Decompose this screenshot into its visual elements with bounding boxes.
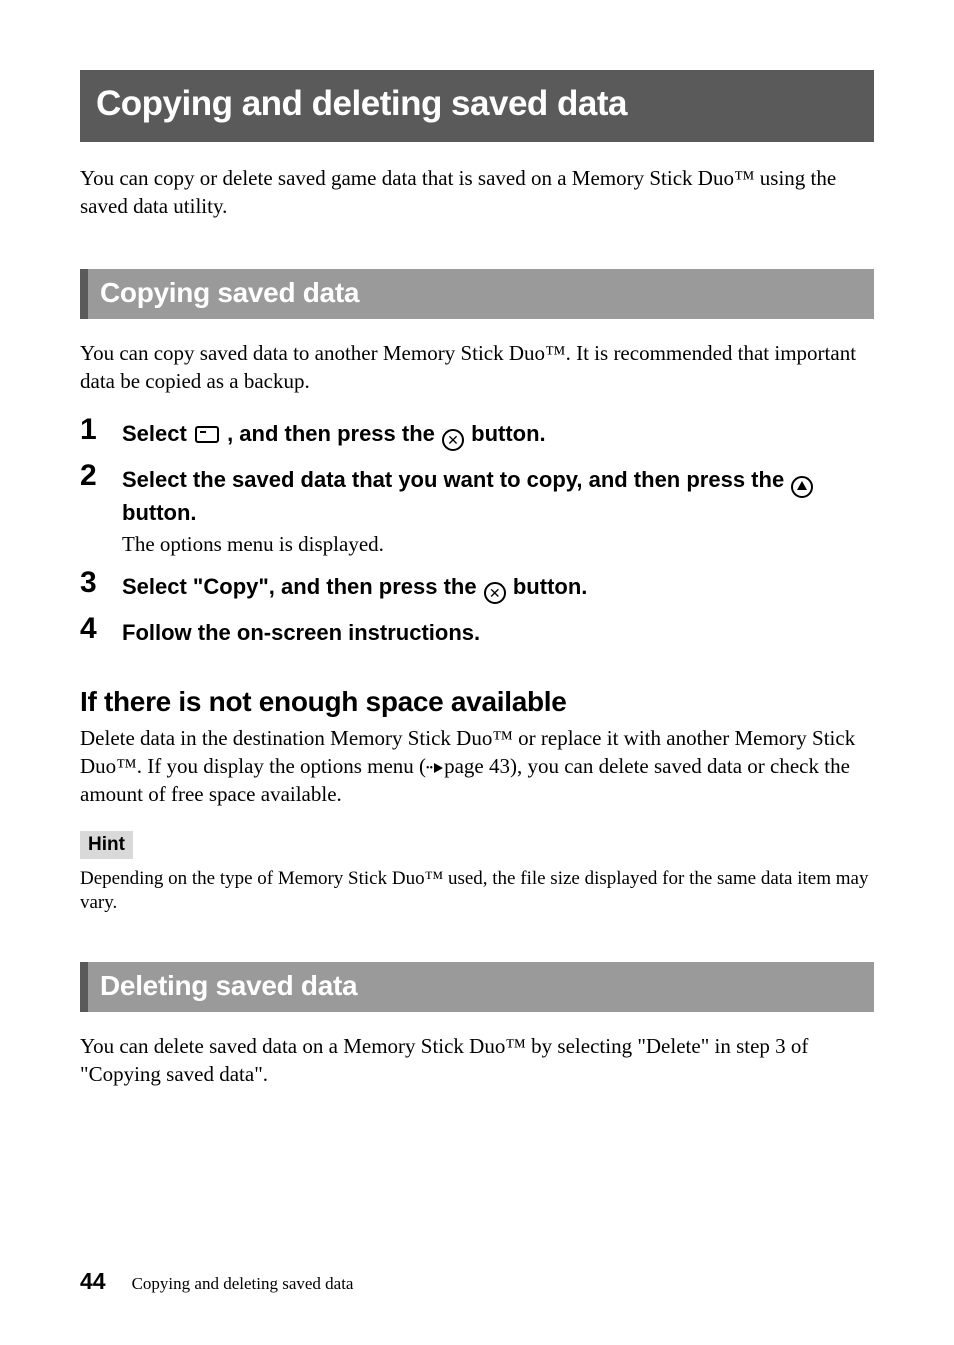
triangle-button-icon [791, 476, 813, 498]
page-ref-text: page 43 [444, 752, 510, 780]
step-2-text-a: Select the saved data that you want to c… [122, 467, 790, 492]
x-button-icon: ✕ [442, 429, 464, 451]
page-ref-arrow-icon [434, 752, 443, 780]
step-2-desc: The options menu is displayed. [122, 530, 874, 558]
page-reference: page 43 [426, 752, 510, 780]
step-4-title: Follow the on-screen instructions. [122, 618, 874, 648]
footer-title: Copying and deleting saved data [132, 1274, 354, 1294]
section-copying-intro: You can copy saved data to another Memor… [80, 339, 874, 396]
step-2-text-b: button. [122, 500, 197, 525]
section-heading-copying: Copying saved data [80, 269, 874, 319]
step-4: Follow the on-screen instructions. [80, 618, 874, 648]
x-button-icon: ✕ [484, 582, 506, 604]
page-number: 44 [80, 1268, 106, 1295]
page-ref-dots-icon [426, 752, 433, 780]
section-heading-deleting: Deleting saved data [80, 962, 874, 1012]
section-heading-text: Deleting saved data [100, 970, 357, 1001]
step-1-text-a: Select [122, 421, 193, 446]
hint-body: Depending on the type of Memory Stick Du… [80, 867, 874, 916]
step-3: Select "Copy", and then press the ✕ butt… [80, 572, 874, 604]
step-2: Select the saved data that you want to c… [80, 465, 874, 558]
page-title: Copying and deleting saved data [96, 84, 627, 123]
intro-paragraph: You can copy or delete saved game data t… [80, 164, 874, 221]
step-1: Select , and then press the ✕ button. [80, 419, 874, 451]
page-footer: 44 Copying and deleting saved data [80, 1268, 353, 1295]
step-3-text-b: button. [513, 574, 588, 599]
step-2-title: Select the saved data that you want to c… [122, 465, 874, 527]
hint-label: Hint [80, 831, 133, 859]
step-3-text-a: Select "Copy", and then press the [122, 574, 483, 599]
step-3-title: Select "Copy", and then press the ✕ butt… [122, 572, 874, 604]
step-1-text-c: button. [471, 421, 546, 446]
memory-stick-icon [195, 426, 219, 443]
steps-list: Select , and then press the ✕ button. Se… [80, 419, 874, 647]
page-title-bar: Copying and deleting saved data [80, 70, 874, 142]
step-1-text-b: , and then press the [227, 421, 441, 446]
subsection-body: Delete data in the destination Memory St… [80, 724, 874, 809]
subsection-heading: If there is not enough space available [80, 686, 874, 718]
section-deleting-body: You can delete saved data on a Memory St… [80, 1032, 874, 1089]
step-1-title: Select , and then press the ✕ button. [122, 419, 874, 451]
section-heading-text: Copying saved data [100, 277, 359, 308]
